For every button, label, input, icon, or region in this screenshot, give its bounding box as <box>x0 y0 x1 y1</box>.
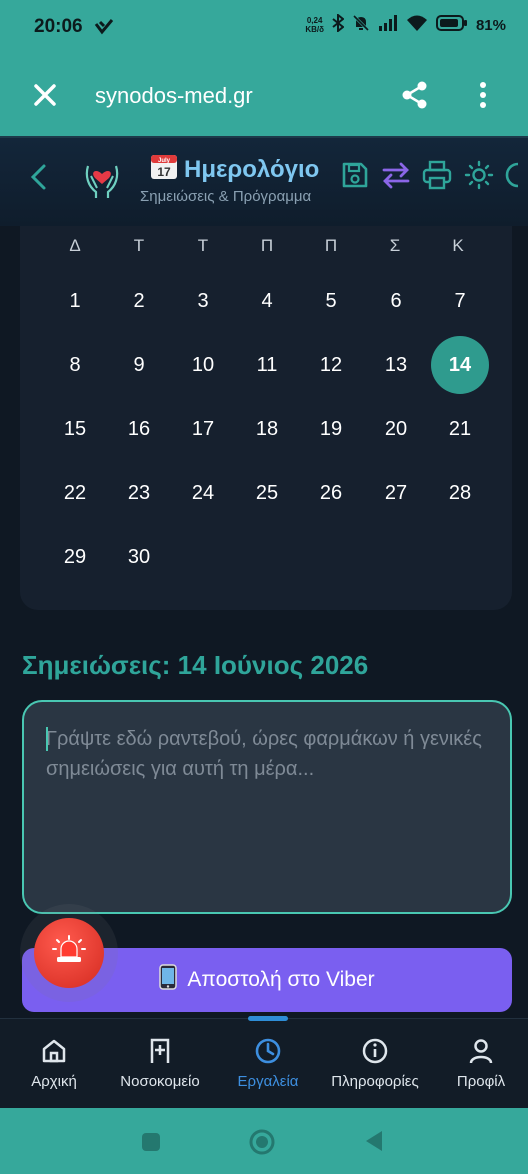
phone-icon <box>159 964 178 996</box>
calendar-day[interactable]: 10 <box>174 336 232 394</box>
mute-icon <box>352 14 370 36</box>
weekday-label: Δ <box>69 236 81 255</box>
calendar-day[interactable]: 23 <box>110 464 168 522</box>
nav-item-info[interactable]: Πληροφορίες <box>320 1037 430 1090</box>
calendar-day[interactable]: 25 <box>238 464 296 522</box>
browser-toolbar: synodos-med.gr <box>0 56 528 136</box>
weekday-label: Τ <box>133 236 145 255</box>
sun-icon[interactable] <box>464 160 494 195</box>
swap-icon[interactable] <box>381 160 411 195</box>
wifi-icon <box>406 14 428 36</box>
notes-title: Σημειώσεις: 14 Ιούνιος 2026 <box>22 650 369 680</box>
page-title: July 17 Ημερολόγιο <box>150 152 319 187</box>
calendar-day[interactable]: 6 <box>367 272 425 330</box>
calendar-day[interactable]: 24 <box>174 464 232 522</box>
sos-button[interactable] <box>34 918 104 988</box>
nav-item-home[interactable]: Αρχική <box>24 1037 84 1090</box>
calendar-day[interactable]: 22 <box>46 464 104 522</box>
calendar-day[interactable]: 21 <box>431 400 489 458</box>
app-header: July 17 Ημερολόγιο Σημειώσεις & Πρόγραμμ… <box>0 136 528 226</box>
back-chevron-icon[interactable] <box>28 162 50 197</box>
url-text[interactable]: synodos-med.gr <box>95 83 253 109</box>
net-speed: 0,24 KB/δ <box>305 16 324 34</box>
calendar-day[interactable]: 17 <box>174 400 232 458</box>
nav-item-hospital[interactable]: Νοσοκομείο <box>112 1037 208 1090</box>
calendar-day[interactable]: 7 <box>431 272 489 330</box>
calendar-day[interactable]: 1 <box>46 272 104 330</box>
calendar-day[interactable]: 29 <box>46 528 104 586</box>
battery-icon <box>435 14 468 36</box>
home-icon <box>40 1037 68 1069</box>
save-icon[interactable] <box>340 160 370 195</box>
hospital-icon <box>146 1037 174 1069</box>
calendar-day[interactable]: 2 <box>110 272 168 330</box>
status-time: 20:06 <box>34 16 83 37</box>
active-tab-indicator <box>248 1016 288 1021</box>
calendar-day[interactable]: 30 <box>110 528 168 586</box>
svg-text:17: 17 <box>157 165 171 179</box>
notes-field[interactable] <box>22 700 512 914</box>
bottom-navigation: Αρχική Νοσοκομείο Εργαλεία Πληροφορίες Π… <box>0 1016 528 1108</box>
nav-item-tools[interactable]: Εργαλεία <box>228 1037 308 1090</box>
calendar-day[interactable]: 28 <box>431 464 489 522</box>
calendar-day[interactable]: 27 <box>367 464 425 522</box>
calendar-day[interactable]: 19 <box>302 400 360 458</box>
calendar-day[interactable]: 3 <box>174 272 232 330</box>
text-caret <box>46 727 48 751</box>
moon-icon[interactable] <box>504 160 528 195</box>
calendar-day[interactable]: 11 <box>238 336 296 394</box>
siren-icon <box>52 934 86 972</box>
send-viber-label: Αποστολή στο Viber <box>187 968 375 991</box>
system-navigation-bar <box>0 1108 528 1174</box>
info-icon <box>361 1037 389 1069</box>
calendar-day[interactable]: 20 <box>367 400 425 458</box>
weekday-label: Π <box>260 236 274 255</box>
calendar-day-selected[interactable]: 14 <box>431 336 489 394</box>
calendar-day[interactable]: 26 <box>302 464 360 522</box>
close-icon[interactable] <box>30 80 60 115</box>
calendar-day[interactable]: 8 <box>46 336 104 394</box>
calendar-emoji-icon: July 17 <box>150 152 178 187</box>
weekday-label: Τ <box>197 236 209 255</box>
nav-item-profile[interactable]: Προφίλ <box>448 1037 514 1090</box>
calendar-day[interactable]: 4 <box>238 272 296 330</box>
back-triangle-icon[interactable] <box>364 1130 384 1157</box>
share-icon[interactable] <box>400 80 430 115</box>
notes-textarea[interactable] <box>24 702 510 912</box>
clock-icon <box>254 1037 282 1069</box>
signal-icon <box>378 14 398 36</box>
calendar-grid: Δ Τ Τ Π Π Σ Κ 1 2 3 4 5 6 7 8 9 10 11 12… <box>20 226 512 610</box>
print-icon[interactable] <box>421 160 453 195</box>
calendar-day[interactable]: 12 <box>302 336 360 394</box>
recents-icon[interactable] <box>141 1132 161 1157</box>
calendar-day[interactable]: 5 <box>302 272 360 330</box>
calendar-day[interactable]: 13 <box>367 336 425 394</box>
svg-text:July: July <box>158 158 171 164</box>
weekday-label: Π <box>324 236 338 255</box>
viber-status-icon <box>94 18 114 41</box>
weekday-label: Σ <box>389 236 401 255</box>
weekday-label: Κ <box>452 236 464 255</box>
calendar-day[interactable]: 9 <box>110 336 168 394</box>
heart-hands-logo <box>82 156 122 205</box>
bluetooth-icon <box>332 12 345 36</box>
page-subtitle: Σημειώσεις & Πρόγραμμα <box>140 188 312 205</box>
calendar-day[interactable]: 15 <box>46 400 104 458</box>
calendar-day[interactable]: 16 <box>110 400 168 458</box>
calendar-day[interactable]: 18 <box>238 400 296 458</box>
status-bar: 20:06 0,24 KB/δ 81% <box>0 0 528 56</box>
profile-icon <box>467 1037 495 1069</box>
home-circle-icon[interactable] <box>248 1128 276 1161</box>
battery-percent: 81% <box>475 16 506 34</box>
more-vert-icon[interactable] <box>472 80 494 115</box>
